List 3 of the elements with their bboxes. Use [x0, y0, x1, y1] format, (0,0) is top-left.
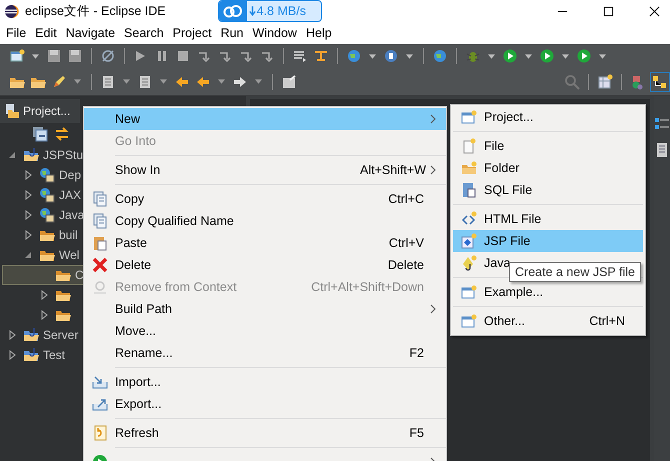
- speed-text: 4.8 MB/s: [256, 4, 306, 18]
- tooltip: Create a new JSP file: [509, 262, 641, 282]
- window-title: eclipse文件 - Eclipse IDE: [25, 2, 166, 20]
